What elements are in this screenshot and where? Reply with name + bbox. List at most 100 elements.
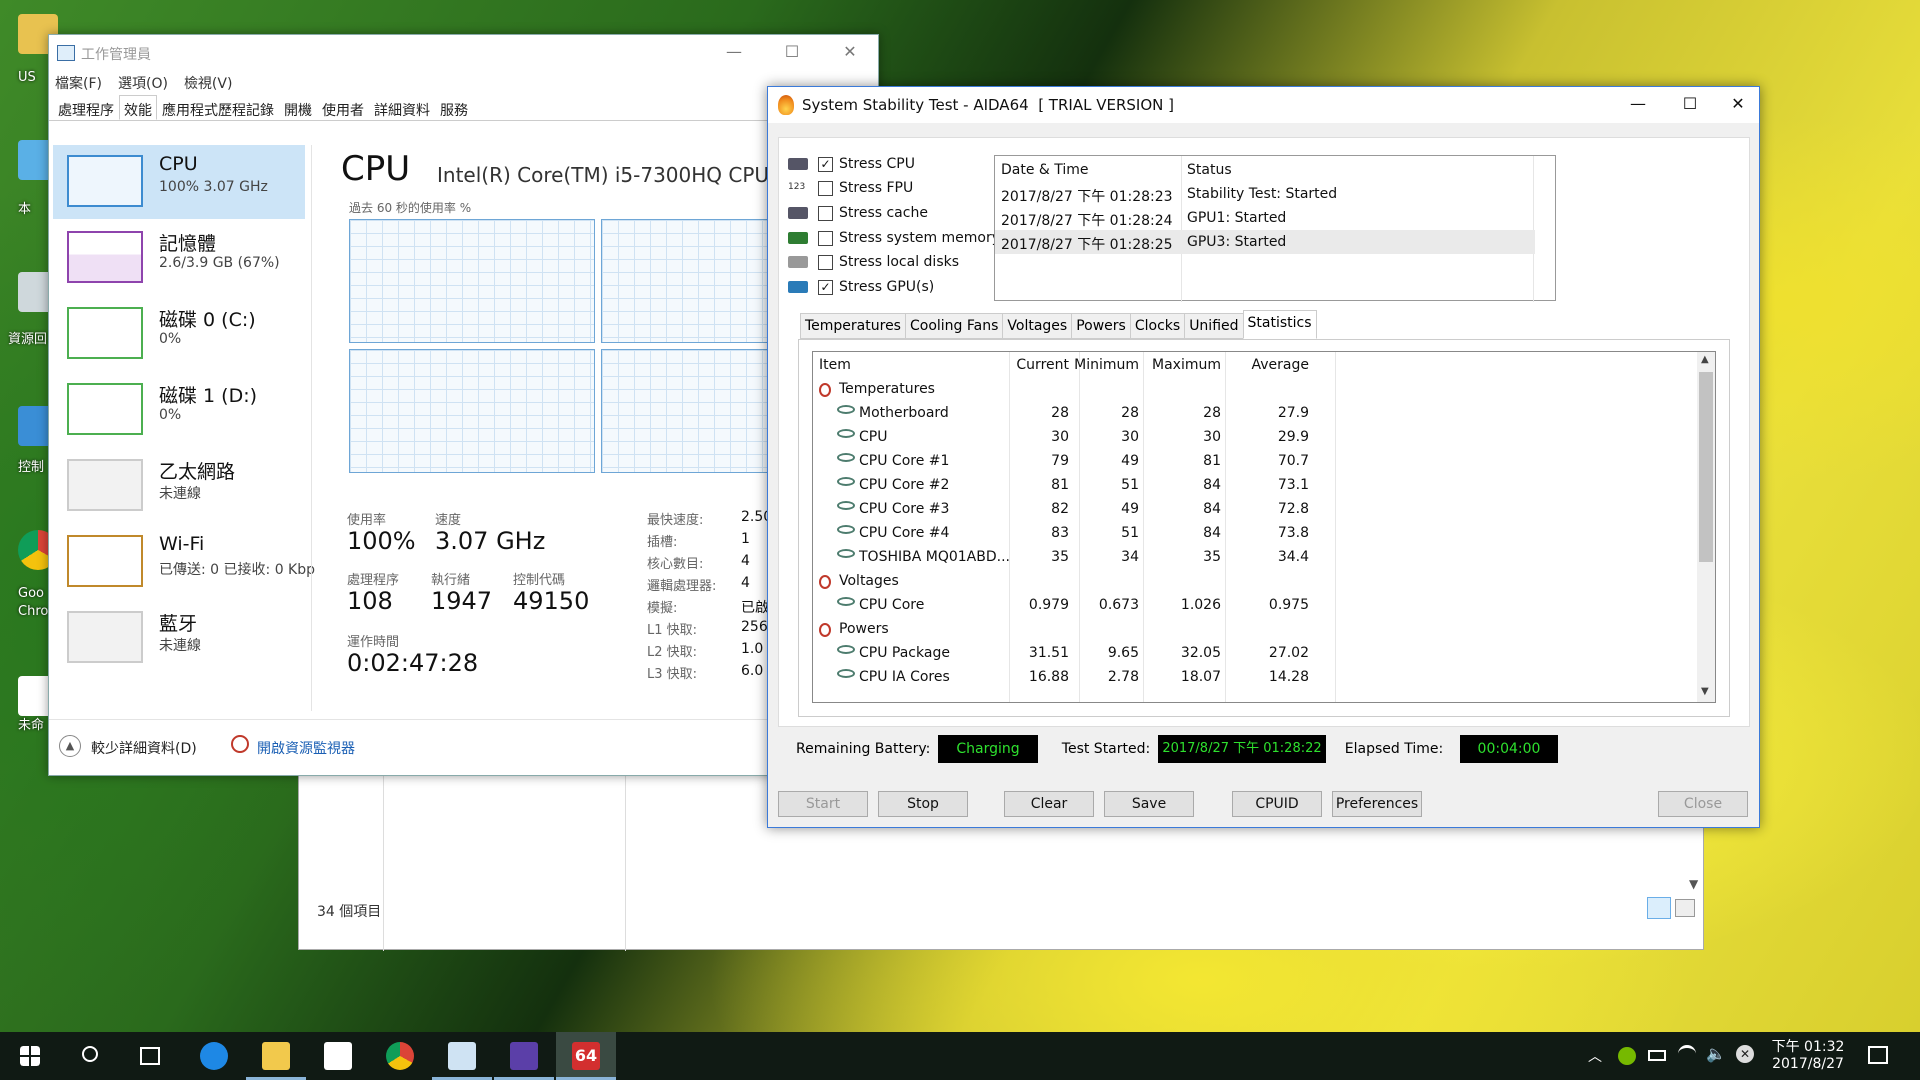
stress-gpu-option[interactable]: ✓ Stress GPU(s) <box>788 276 934 298</box>
sidebar-item-ethernet[interactable]: 乙太網路 未連線 <box>53 449 305 523</box>
close-window-button[interactable]: Close <box>1658 791 1748 817</box>
table-row[interactable]: Motherboard 28 28 28 27.9 <box>813 402 1693 426</box>
tab-unified[interactable]: Unified <box>1184 313 1244 339</box>
menu-options[interactable]: 選項(O) <box>118 73 168 93</box>
collapse-icon[interactable]: ▲ <box>59 735 81 757</box>
stress-cpu-checkbox[interactable]: ✓ <box>818 156 833 172</box>
col-minimum[interactable]: Minimum <box>1069 357 1139 373</box>
table-row[interactable]: CPU Core #3 82 49 84 72.8 <box>813 498 1693 522</box>
nvidia-tray-icon[interactable] <box>1618 1047 1636 1065</box>
tab-powers[interactable]: Powers <box>1071 313 1131 339</box>
stress-gpu-checkbox[interactable]: ✓ <box>818 279 833 295</box>
open-resource-monitor-link[interactable]: 開啟資源監視器 <box>257 738 355 758</box>
close-button[interactable]: ✕ <box>1716 87 1760 123</box>
volume-icon[interactable]: 🔈 <box>1706 1044 1726 1063</box>
col-average[interactable]: Average <box>1239 357 1310 373</box>
show-hidden-icons[interactable]: ︿ <box>1588 1046 1602 1066</box>
scroll-down-icon[interactable]: ▼ <box>1701 686 1709 697</box>
table-group-row[interactable]: Temperatures <box>813 378 1693 402</box>
stress-disks-checkbox[interactable] <box>818 254 833 270</box>
stress-memory-option[interactable]: Stress system memory <box>788 227 1000 249</box>
clear-button[interactable]: Clear <box>1004 791 1094 817</box>
table-row[interactable]: CPU 30 30 30 29.9 <box>813 426 1693 450</box>
fewer-details-link[interactable]: 較少詳細資料(D) <box>91 738 197 758</box>
stress-disks-option[interactable]: Stress local disks <box>788 251 959 273</box>
preferences-button[interactable]: Preferences <box>1332 791 1422 817</box>
cpuid-button[interactable]: CPUID <box>1232 791 1322 817</box>
table-row[interactable]: CPU Core #2 81 51 84 73.1 <box>813 474 1693 498</box>
status-log[interactable]: Date & Time Status 2017/8/27 下午 01:28:23 S… <box>994 155 1556 302</box>
log-row[interactable]: 2017/8/27 下午 01:28:24 GPU1: Started <box>995 206 1535 230</box>
start-button[interactable]: Start <box>778 791 868 817</box>
col-current[interactable]: Current <box>999 357 1069 373</box>
taskbar-app-explorer[interactable] <box>246 1032 306 1080</box>
minimize-button[interactable]: — <box>705 35 763 71</box>
stress-cache-option[interactable]: Stress cache <box>788 202 928 224</box>
table-group-row[interactable]: Powers <box>813 618 1693 642</box>
taskbar-app-task-manager[interactable] <box>432 1032 492 1080</box>
stress-cpu-option[interactable]: ✓ Stress CPU <box>788 153 915 175</box>
stop-button[interactable]: Stop <box>878 791 968 817</box>
stress-fpu-checkbox[interactable] <box>818 180 833 196</box>
sidebar-item-cpu[interactable]: CPU 100% 3.07 GHz <box>53 145 305 219</box>
col-datetime[interactable]: Date & Time <box>1001 162 1089 178</box>
task-manager-window[interactable]: 工作管理員 — ☐ ✕ 檔案(F) 選項(O) 檢視(V) 處理程序 效能 應用… <box>48 34 880 776</box>
tab-details[interactable]: 詳細資料 <box>369 95 435 120</box>
search-button[interactable] <box>60 1032 120 1080</box>
start-button[interactable] <box>0 1032 60 1080</box>
details-view-icon[interactable] <box>1647 897 1671 919</box>
table-row[interactable]: TOSHIBA MQ01ABD... 35 34 35 34.4 <box>813 546 1693 570</box>
task-view-button[interactable] <box>120 1032 180 1080</box>
col-maximum[interactable]: Maximum <box>1151 357 1221 373</box>
tab-services[interactable]: 服務 <box>435 95 473 120</box>
stress-fpu-option[interactable]: 123 Stress FPU <box>788 177 913 199</box>
scrollbar[interactable]: ▲ ▼ <box>1697 352 1715 702</box>
clock-time[interactable]: 下午 01:32 <box>1770 1036 1846 1056</box>
wifi-icon[interactable] <box>1678 1045 1696 1063</box>
col-item[interactable]: Item <box>819 357 851 373</box>
sidebar-item-wifi[interactable]: Wi-Fi 已傳送: 0 已接收: 0 Kbps <box>53 525 315 599</box>
sidebar-item-bluetooth[interactable]: 藍牙 未連線 <box>53 601 305 675</box>
menu-view[interactable]: 檢視(V) <box>184 73 233 93</box>
close-button[interactable]: ✕ <box>821 35 879 71</box>
table-row[interactable]: CPU Core 0.979 0.673 1.026 0.975 <box>813 594 1693 618</box>
scroll-up-icon[interactable]: ▲ <box>1701 354 1709 365</box>
minimize-button[interactable]: — <box>1612 87 1664 123</box>
tab-users[interactable]: 使用者 <box>317 95 369 120</box>
taskbar-app-store[interactable] <box>308 1032 368 1080</box>
aida64-stability-window[interactable]: System Stability Test - AIDA64 [ TRIAL V… <box>767 86 1760 828</box>
tab-startup[interactable]: 開機 <box>279 95 317 120</box>
sidebar-item-memory[interactable]: 記憶體 2.6/3.9 GB (67%) <box>53 221 305 295</box>
maximize-button[interactable]: ☐ <box>1664 87 1716 123</box>
taskbar-app-edge[interactable] <box>184 1032 244 1080</box>
tab-temperatures[interactable]: Temperatures <box>800 313 906 339</box>
taskbar-app-aida64[interactable]: 64 <box>556 1032 616 1080</box>
tab-cooling-fans[interactable]: Cooling Fans <box>904 313 1004 339</box>
table-group-row[interactable]: Voltages <box>813 570 1693 594</box>
sidebar-item-disk-0[interactable]: 磁碟 0 (C:) 0% <box>53 297 305 371</box>
stress-cache-checkbox[interactable] <box>818 205 833 221</box>
battery-icon[interactable] <box>1648 1050 1666 1061</box>
log-row[interactable]: 2017/8/27 下午 01:28:25 GPU3: Started <box>995 230 1535 254</box>
tab-performance[interactable]: 效能 <box>119 95 157 120</box>
sidebar-item-disk-1[interactable]: 磁碟 1 (D:) 0% <box>53 373 305 447</box>
col-status[interactable]: Status <box>1187 162 1232 178</box>
table-row[interactable]: CPU Core #4 83 51 84 73.8 <box>813 522 1693 546</box>
table-row[interactable]: CPU Package 31.51 9.65 32.05 27.02 <box>813 642 1693 666</box>
action-center-icon[interactable] <box>1868 1046 1888 1064</box>
maximize-button[interactable]: ☐ <box>763 35 821 71</box>
tab-processes[interactable]: 處理程序 <box>53 95 119 120</box>
log-row[interactable]: 2017/8/27 下午 01:28:23 Stability Test: Sta… <box>995 182 1535 206</box>
tiles-view-icon[interactable] <box>1675 899 1695 917</box>
close-circle-icon[interactable]: ✕ <box>1736 1045 1754 1063</box>
tab-clocks[interactable]: Clocks <box>1129 313 1186 339</box>
scroll-down-icon[interactable]: ▼ <box>1689 877 1698 891</box>
menu-file[interactable]: 檔案(F) <box>55 73 102 93</box>
titlebar[interactable]: 工作管理員 — ☐ ✕ <box>49 35 878 71</box>
stress-memory-checkbox[interactable] <box>818 230 833 246</box>
taskbar-app-cpuz[interactable] <box>494 1032 554 1080</box>
tab-app-history[interactable]: 應用程式歷程記錄 <box>157 95 279 120</box>
table-row[interactable]: CPU Core #1 79 49 81 70.7 <box>813 450 1693 474</box>
tab-voltages[interactable]: Voltages <box>1002 313 1073 339</box>
tab-statistics[interactable]: Statistics <box>1242 310 1317 339</box>
